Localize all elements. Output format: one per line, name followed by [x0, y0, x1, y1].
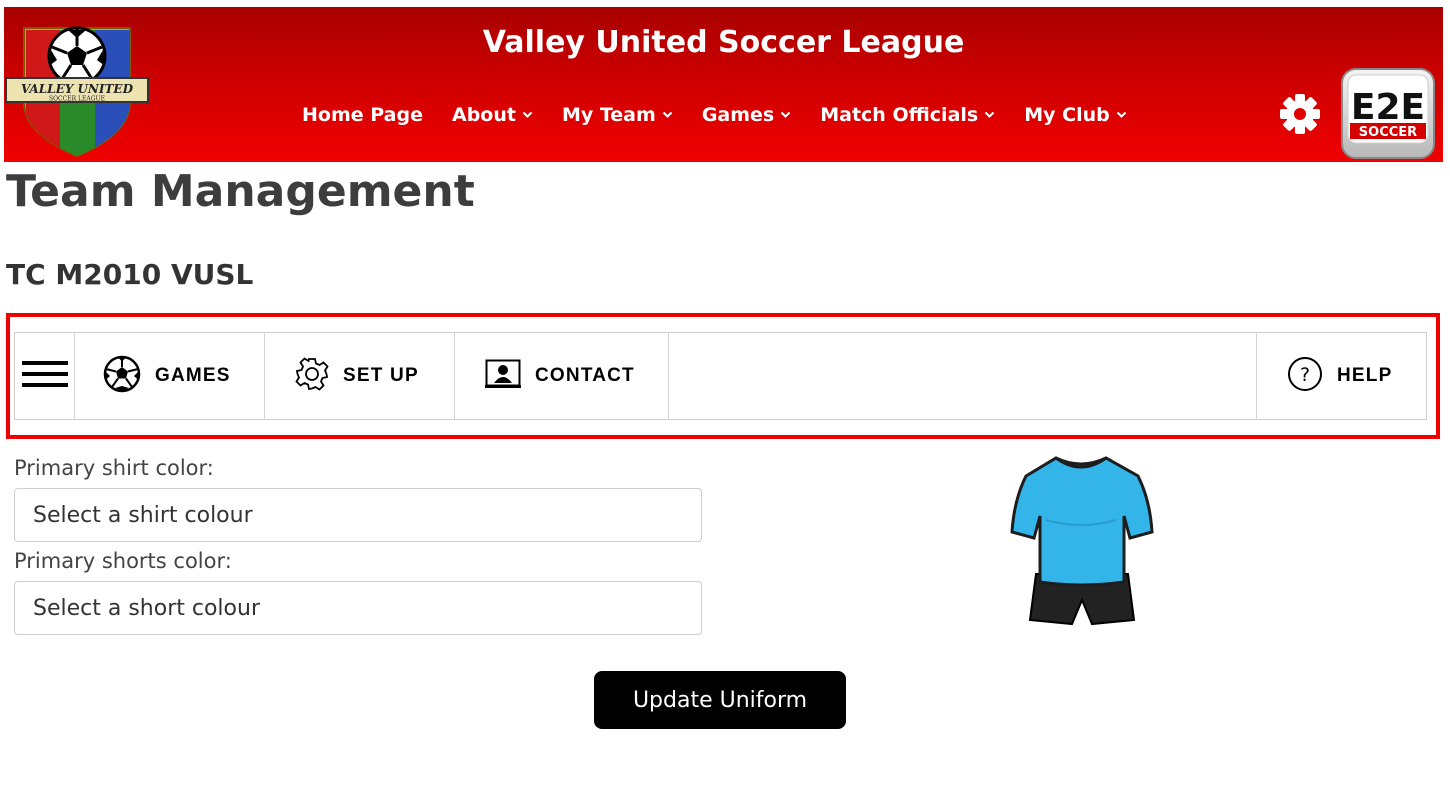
- chevron-down-icon: [780, 108, 791, 122]
- gear-icon[interactable]: [1277, 91, 1323, 137]
- nav-item-about[interactable]: About: [452, 104, 533, 126]
- tab-contact[interactable]: CONTACT: [455, 333, 669, 419]
- nav-item-label: Match Officials: [820, 104, 979, 126]
- svg-text:?: ?: [1300, 364, 1310, 386]
- team-name: TC M2010 VUSL: [6, 258, 254, 291]
- shirt-color-select-value: Select a shirt colour: [33, 502, 253, 528]
- tab-setup[interactable]: SET UP: [265, 333, 455, 419]
- shirt-color-label: Primary shirt color:: [14, 456, 214, 480]
- main-nav: Home Page About My Team Games Match Offi…: [302, 101, 1156, 129]
- tab-games-label: GAMES: [155, 365, 231, 386]
- uniform-preview: [1006, 450, 1156, 630]
- page-title: Team Management: [6, 166, 475, 217]
- svg-text:SOCCER: SOCCER: [1359, 125, 1417, 140]
- tab-setup-label: SET UP: [343, 365, 419, 386]
- shorts-color-select[interactable]: Select a short colour: [14, 581, 702, 635]
- hamburger-icon: [21, 361, 68, 391]
- help-icon: ?: [1287, 356, 1323, 396]
- nav-item-home[interactable]: Home Page: [302, 104, 423, 126]
- shorts-color-label: Primary shorts color:: [14, 549, 232, 573]
- nav-item-label: My Team: [561, 104, 656, 126]
- tab-help-label: HELP: [1337, 365, 1393, 386]
- svg-text:VALLEY UNITED: VALLEY UNITED: [21, 82, 134, 96]
- chevron-down-icon: [662, 108, 673, 122]
- chevron-down-icon: [1116, 108, 1127, 122]
- contact-card-icon: [485, 359, 521, 393]
- menu-button[interactable]: [15, 333, 75, 419]
- chevron-down-icon: [984, 108, 995, 122]
- nav-item-games[interactable]: Games: [702, 104, 791, 126]
- soccer-ball-icon: [103, 355, 141, 397]
- settings-outline-icon: [295, 357, 329, 395]
- update-uniform-button[interactable]: Update Uniform: [594, 671, 846, 729]
- svg-text:E2E: E2E: [1351, 87, 1425, 128]
- nav-item-label: Home Page: [302, 104, 423, 126]
- nav-item-label: About: [451, 104, 516, 126]
- nav-item-match-officials[interactable]: Match Officials: [820, 104, 995, 126]
- tab-contact-label: CONTACT: [535, 365, 635, 386]
- tab-games[interactable]: GAMES: [75, 333, 265, 419]
- nav-item-label: My Club: [1024, 104, 1110, 126]
- shirt-color-select[interactable]: Select a shirt colour: [14, 488, 702, 542]
- team-toolbar: GAMES SET UP CONTACT ? HELP: [14, 332, 1427, 420]
- shorts-color-select-value: Select a short colour: [33, 595, 260, 621]
- svg-text:SOCCER LEAGUE: SOCCER LEAGUE: [49, 96, 105, 103]
- nav-item-my-team[interactable]: My Team: [562, 104, 673, 126]
- nav-item-label: Games: [701, 104, 775, 126]
- site-title: Valley United Soccer League: [482, 25, 965, 60]
- nav-item-my-club[interactable]: My Club: [1024, 104, 1127, 126]
- chevron-down-icon: [522, 108, 533, 122]
- e2e-soccer-logo[interactable]: E2E SOCCER: [1340, 67, 1436, 160]
- tab-help[interactable]: ? HELP: [1256, 333, 1426, 419]
- league-logo[interactable]: VALLEY UNITED SOCCER LEAGUE: [4, 16, 150, 160]
- site-header: Valley United Soccer League Home Page Ab…: [4, 7, 1443, 162]
